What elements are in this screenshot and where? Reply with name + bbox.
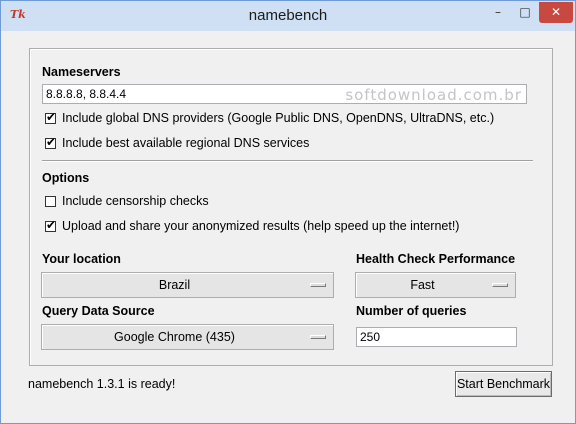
include-regional-label[interactable]: Include best available regional DNS serv… (62, 136, 309, 150)
close-button[interactable]: ✕ (539, 2, 573, 23)
maximize-button[interactable]: □ (512, 2, 538, 23)
app-window: Tk namebench – □ ✕ Nameservers 8.8.8.8, … (0, 0, 576, 424)
health-value: Fast (410, 278, 435, 292)
nameservers-heading: Nameservers (42, 65, 121, 79)
menu-indicator-icon (310, 283, 326, 287)
upload-label[interactable]: Upload and share your anonymized results… (62, 219, 459, 233)
include-global-label[interactable]: Include global DNS providers (Google Pub… (62, 111, 494, 125)
censorship-checkbox[interactable] (45, 196, 56, 207)
location-menu[interactable]: Brazil (41, 272, 334, 298)
watermark-text: softdownload.com.br (345, 86, 522, 104)
check-mark-icon: ✔ (46, 135, 57, 149)
health-heading: Health Check Performance (356, 252, 516, 266)
options-heading: Options (42, 171, 90, 185)
minimize-button[interactable]: – (485, 2, 511, 23)
include-regional-checkbox[interactable]: ✔ (45, 135, 57, 149)
health-menu[interactable]: Fast (355, 272, 516, 298)
query-source-value: Google Chrome (435) (114, 330, 235, 344)
censorship-label[interactable]: Include censorship checks (62, 194, 209, 208)
include-global-checkbox[interactable]: ✔ (45, 110, 57, 124)
num-queries-heading: Number of queries (356, 304, 467, 318)
num-queries-value: 250 (360, 330, 381, 344)
query-source-menu[interactable]: Google Chrome (435) (41, 324, 334, 350)
menu-indicator-icon (492, 283, 508, 287)
section-divider (42, 160, 533, 162)
location-value: Brazil (158, 278, 191, 292)
client-area: Nameservers 8.8.8.8, 8.8.4.4 softdownloa… (9, 31, 567, 415)
location-heading: Your location (42, 252, 121, 266)
check-mark-icon: ✔ (46, 110, 57, 124)
menu-indicator-icon (310, 335, 326, 339)
start-benchmark-button[interactable]: Start Benchmark (455, 371, 552, 397)
nameservers-input-value: 8.8.8.8, 8.8.4.4 (46, 87, 127, 101)
check-mark-icon: ✔ (46, 218, 57, 232)
query-source-heading: Query Data Source (42, 304, 155, 318)
title-bar[interactable]: Tk namebench – □ ✕ (1, 1, 575, 31)
num-queries-input[interactable]: 250 (356, 327, 517, 347)
nameservers-input[interactable]: 8.8.8.8, 8.8.4.4 softdownload.com.br (42, 84, 527, 104)
upload-checkbox[interactable]: ✔ (45, 218, 57, 232)
status-text: namebench 1.3.1 is ready! (28, 377, 176, 391)
